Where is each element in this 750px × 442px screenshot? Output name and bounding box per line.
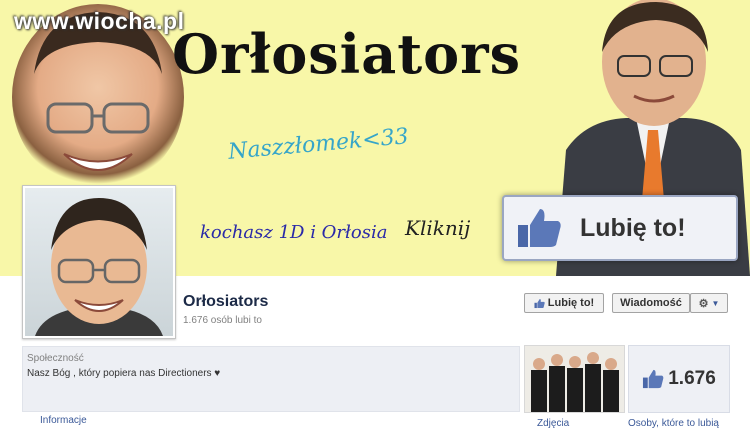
- chevron-down-icon: ▼: [711, 298, 720, 308]
- cover-line-art: kochasz 1D i Orłosia: [200, 222, 388, 243]
- cover-title-art: Orłosiators: [172, 22, 522, 86]
- info-link[interactable]: Informacje: [40, 415, 87, 426]
- cover-like-label: Lubię to!: [580, 213, 686, 242]
- page-description: Nasz Bóg , który popiera nas Directioner…: [27, 368, 221, 379]
- page-title[interactable]: Orłosiators: [183, 293, 268, 311]
- message-button[interactable]: Wiadomość: [612, 293, 690, 313]
- page-likes-count: 1.676 osób lubi to: [183, 315, 262, 326]
- profile-picture[interactable]: [22, 185, 176, 339]
- like-button[interactable]: Lubię to!: [524, 293, 604, 313]
- likes-count: 1.676: [668, 368, 716, 389]
- likes-label[interactable]: Osoby, które to lubią: [628, 418, 719, 429]
- thumbs-up-icon: [643, 369, 664, 389]
- like-button-label: Lubię to!: [547, 297, 595, 309]
- cover-like-graphic: Lubię to!: [502, 195, 738, 261]
- thumbs-up-icon: [534, 298, 545, 308]
- likes-tile[interactable]: 1.676: [628, 345, 730, 413]
- cover-click-art: Kliknij: [405, 216, 471, 240]
- settings-dropdown[interactable]: ⚙ ▼: [690, 293, 728, 313]
- message-button-label: Wiadomość: [620, 297, 682, 309]
- watermark: www.wiocha.pl: [14, 8, 185, 34]
- photos-label[interactable]: Zdjęcia: [537, 418, 569, 429]
- photos-tile[interactable]: [524, 345, 625, 413]
- about-box: Społeczność Nasz Bóg , który popiera nas…: [22, 346, 520, 412]
- cover-subtitle-art: Naszzłomek<33: [227, 124, 410, 165]
- page-category: Społeczność: [27, 353, 84, 364]
- gear-icon: ⚙: [698, 297, 709, 310]
- thumbs-up-icon: [518, 209, 561, 247]
